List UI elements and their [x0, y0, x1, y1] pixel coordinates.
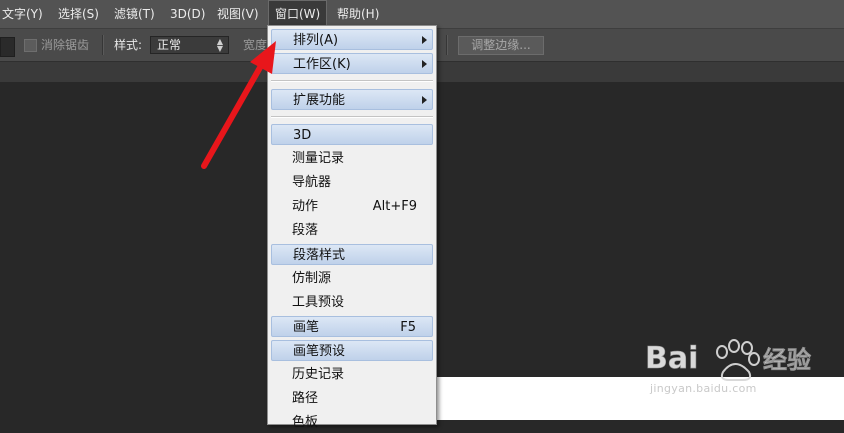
baidu-jingyan-watermark-logo: Bai 经验: [645, 339, 811, 381]
svg-text:Bai: Bai: [645, 341, 698, 376]
watermark-url: jingyan.baidu.com: [650, 382, 757, 395]
svg-text:经验: 经验: [763, 346, 811, 374]
